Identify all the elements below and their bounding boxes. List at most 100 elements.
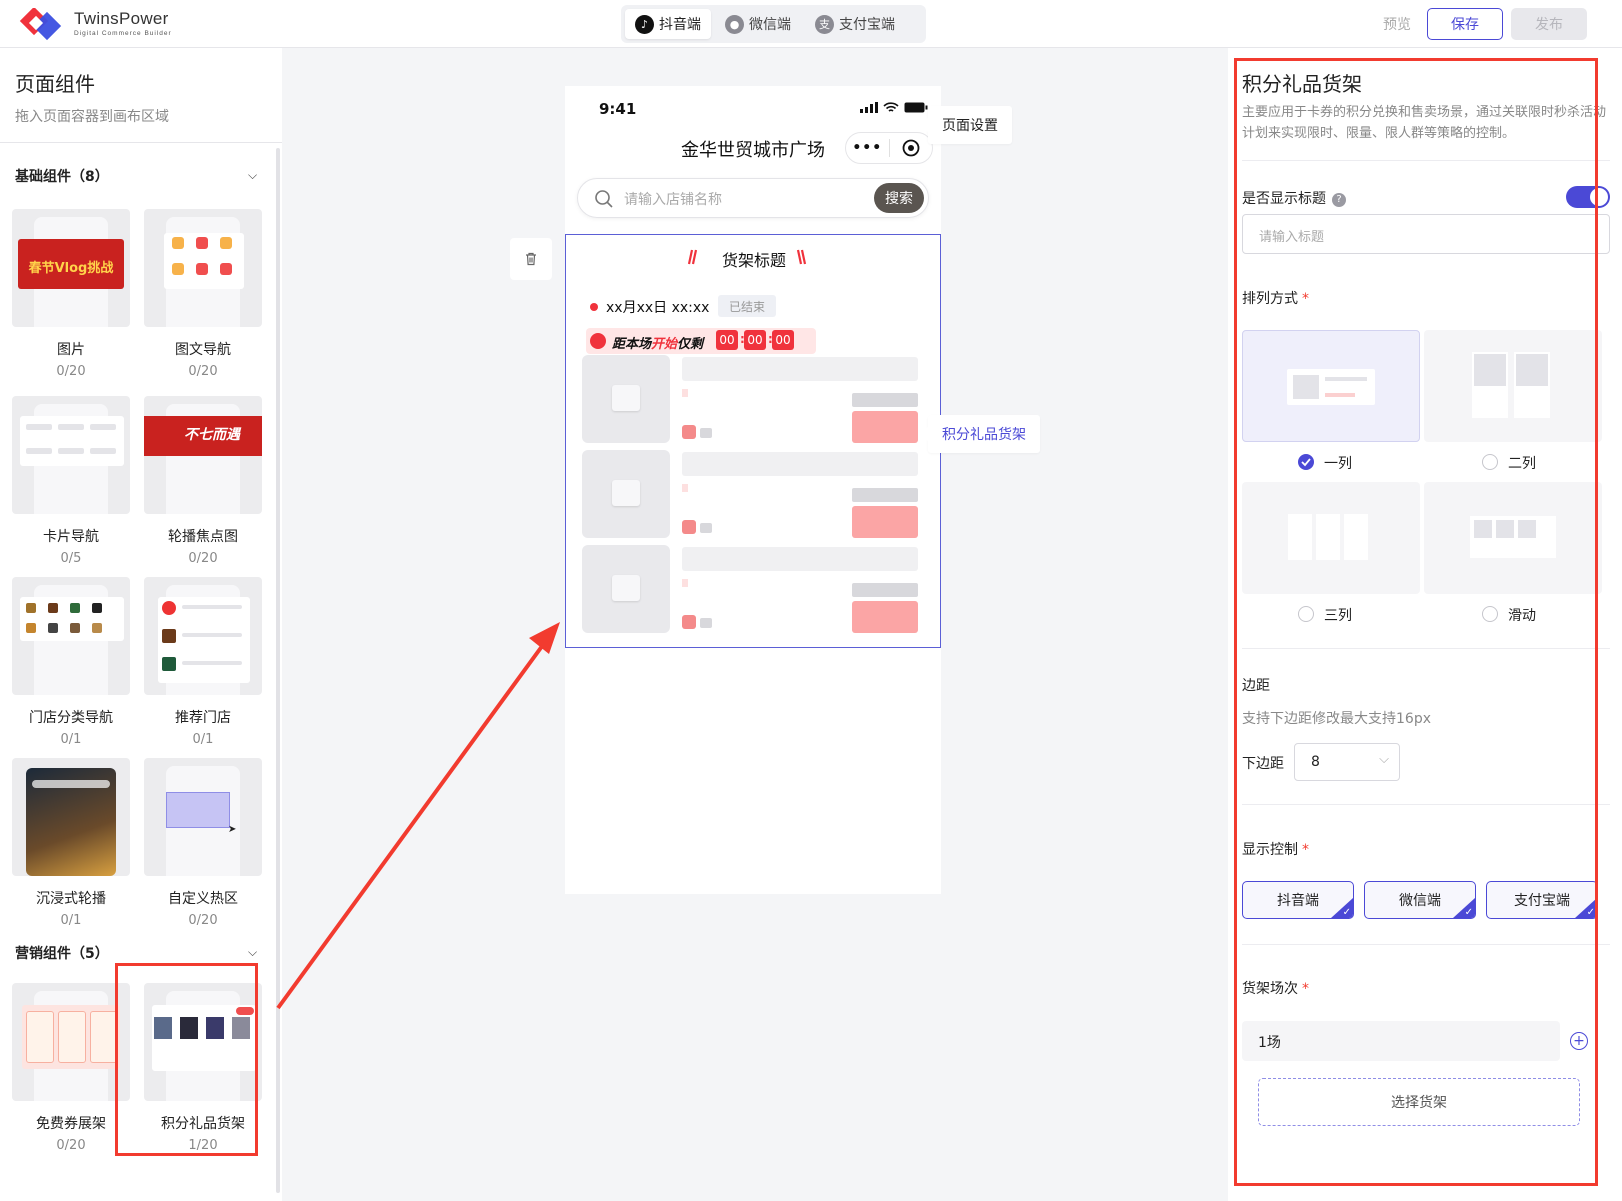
show-title-toggle[interactable] <box>1566 186 1610 208</box>
help-icon[interactable]: ? <box>1332 192 1346 207</box>
component-count: 0/1 <box>60 732 82 747</box>
chevron-down-icon[interactable]: ⌵ <box>248 168 257 183</box>
component-thumbnail: 不七而遇 <box>144 396 262 514</box>
display-alipay-chip[interactable]: 支付宝端 ✓ <box>1486 881 1598 919</box>
delete-button[interactable] <box>510 238 552 280</box>
component-thumbnail: ➤ <box>144 758 262 876</box>
display-douyin-chip[interactable]: 抖音端 ✓ <box>1242 881 1354 919</box>
display-wechat-chip[interactable]: 微信端 ✓ <box>1364 881 1476 919</box>
layout-one-column-card[interactable] <box>1242 330 1420 442</box>
brand-name: TwinsPower <box>74 9 169 28</box>
brand-subtitle: Digital Commerce Builder <box>74 30 172 37</box>
session-field[interactable]: 1场 <box>1242 1021 1560 1061</box>
component-recommended-stores[interactable]: 推荐门店 0/1 <box>144 577 262 747</box>
component-name: 图文导航 <box>175 342 231 358</box>
property-title: 积分礼品货架 <box>1242 72 1362 96</box>
layout-label: 排列方式 * <box>1242 291 1309 307</box>
layout-two-column-card[interactable] <box>1424 330 1602 442</box>
tab-alipay[interactable]: 支 支付宝端 <box>805 9 905 39</box>
component-card-nav[interactable]: 卡片导航 0/5 <box>12 396 130 566</box>
shelf-title: 货架标题 <box>721 251 786 270</box>
wifi-icon <box>883 102 899 112</box>
phone-preview: 9:41 金华世贸城市广场 ••• 请输入店铺名称 搜索 货架标题 xx月xx日… <box>565 86 941 894</box>
component-free-coupon-shelf[interactable]: 免费券展架 0/20 <box>12 983 130 1153</box>
search-button[interactable]: 搜索 <box>874 183 924 213</box>
component-count: 0/1 <box>60 913 82 928</box>
component-carousel[interactable]: 不七而遇 轮播焦点图 0/20 <box>144 396 262 566</box>
bottom-margin-label: 下边距 <box>1242 756 1284 772</box>
panel-subtitle: 拖入页面容器到画布区域 <box>15 109 169 125</box>
session-time: xx月xx日 xx:xx <box>606 300 710 316</box>
component-image-nav[interactable]: 图文导航 0/20 <box>144 209 262 379</box>
property-panel: 积分礼品货架 主要应用于卡券的积分兑换和售卖场景，通过关联限时秒杀活动计划来实现… <box>1228 48 1622 1201</box>
search-icon <box>595 190 613 208</box>
title-input[interactable]: 请输入标题 <box>1242 214 1610 254</box>
layout-two-column-radio[interactable] <box>1482 454 1498 470</box>
lightning-icon <box>590 333 606 349</box>
layout-three-column-card[interactable] <box>1242 482 1420 594</box>
points-gift-shelf-block[interactable]: 货架标题 xx月xx日 xx:xx 已结束 距本场开始仅剩 00 : 00 : … <box>565 234 941 648</box>
countdown-seconds: 00 <box>772 330 794 350</box>
page-settings-callout[interactable]: 页面设置 <box>921 106 1012 144</box>
choose-shelf-button[interactable]: 选择货架 <box>1258 1078 1580 1126</box>
mini-program-capsule: ••• <box>845 132 933 164</box>
status-icons <box>860 102 928 113</box>
store-search-bar[interactable]: 请输入店铺名称 搜索 <box>577 178 929 218</box>
component-custom-hotspot[interactable]: ➤ 自定义热区 0/20 <box>144 758 262 928</box>
preview-button[interactable]: 预览 <box>1383 14 1411 34</box>
wechat-icon: ● <box>725 14 744 34</box>
component-thumbnail <box>12 758 130 876</box>
canvas-area: 9:41 金华世贸城市广场 ••• 请输入店铺名称 搜索 货架标题 xx月xx日… <box>282 48 1228 1201</box>
platform-tabs: ♪ 抖音端 ● 微信端 支 支付宝端 <box>621 5 926 43</box>
layout-slide-card[interactable] <box>1424 482 1602 594</box>
layout-one-column-radio[interactable] <box>1298 454 1314 470</box>
product-placeholder <box>582 450 922 538</box>
component-image[interactable]: 春节Vlog挑战 图片 0/20 <box>12 209 130 379</box>
product-placeholder <box>582 545 922 633</box>
component-name: 轮播焦点图 <box>168 529 238 545</box>
close-target-icon[interactable] <box>889 139 932 157</box>
group-title-marketing[interactable]: 营销组件（5） <box>15 943 109 963</box>
component-store-category-nav[interactable]: 门店分类导航 0/1 <box>12 577 130 747</box>
thumb-caption: 春节Vlog挑战 <box>28 261 114 276</box>
component-count: 0/20 <box>188 364 218 379</box>
component-name: 图片 <box>57 342 85 358</box>
layout-one-column-label: 一列 <box>1324 456 1352 472</box>
layout-slide-radio[interactable] <box>1482 606 1498 622</box>
battery-icon <box>904 102 928 113</box>
trash-icon <box>526 252 536 266</box>
component-name: 推荐门店 <box>175 710 231 726</box>
thumb-caption: 不七而遇 <box>184 427 240 443</box>
layout-two-column-label: 二列 <box>1508 456 1536 472</box>
component-name: 沉浸式轮播 <box>36 891 106 907</box>
panel-title: 页面组件 <box>15 72 95 96</box>
search-placeholder: 请输入店铺名称 <box>624 192 722 208</box>
component-name: 门店分类导航 <box>29 710 113 726</box>
component-immersive-carousel[interactable]: 沉浸式轮播 0/1 <box>12 758 130 928</box>
layout-slide-label: 滑动 <box>1508 608 1536 624</box>
tab-wechat[interactable]: ● 微信端 <box>715 9 801 39</box>
component-name: 卡片导航 <box>43 529 99 545</box>
more-icon[interactable]: ••• <box>846 140 889 156</box>
tab-douyin[interactable]: ♪ 抖音端 <box>625 9 711 39</box>
save-button[interactable]: 保存 <box>1427 8 1503 40</box>
chevron-down-icon[interactable]: ⌵ <box>248 945 257 960</box>
component-thumbnail <box>144 209 262 327</box>
publish-button[interactable]: 发布 <box>1511 8 1587 40</box>
group-title-basic[interactable]: 基础组件（8） <box>15 166 109 186</box>
image-placeholder-icon <box>612 480 640 506</box>
layout-three-column-radio[interactable] <box>1298 606 1314 622</box>
display-control-label: 显示控制 * <box>1242 842 1309 858</box>
shelf-callout[interactable]: 积分礼品货架 <box>921 415 1040 453</box>
component-count: 0/1 <box>192 732 214 747</box>
component-count: 0/20 <box>188 913 218 928</box>
add-session-icon[interactable]: + <box>1570 1032 1588 1050</box>
property-description: 主要应用于卡券的积分兑换和售卖场景，通过关联限时秒杀活动计划来实现限时、限量、限… <box>1242 105 1607 141</box>
panel-scrollbar[interactable] <box>276 148 280 1193</box>
session-status-dot <box>590 303 598 311</box>
shelf-session-label: 货架场次 * <box>1242 981 1309 997</box>
signal-icon <box>860 102 878 113</box>
bottom-margin-select[interactable]: 8 ⌵ <box>1294 743 1400 781</box>
check-icon: ✓ <box>1586 907 1595 918</box>
component-name: 免费券展架 <box>36 1116 106 1132</box>
